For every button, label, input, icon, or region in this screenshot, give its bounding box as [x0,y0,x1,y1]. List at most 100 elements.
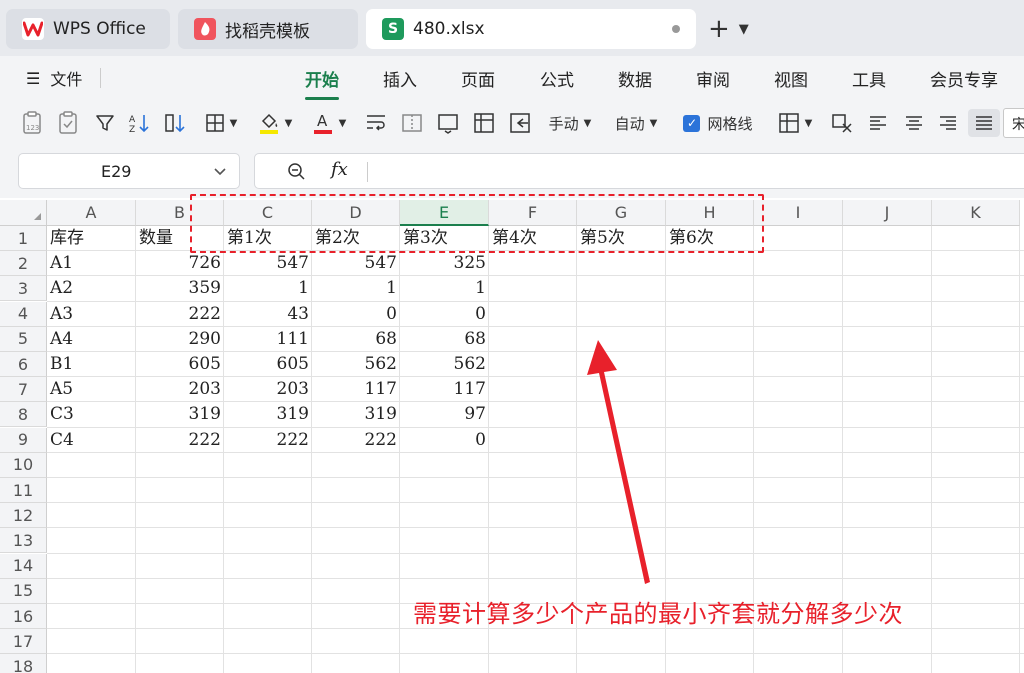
sort-ascending-button[interactable]: AZ [126,109,154,137]
row-header-15[interactable]: 15 [0,578,47,604]
sort-descending-button[interactable] [162,109,190,137]
cell-b4[interactable]: 222 [136,302,224,327]
tab-wps-office[interactable]: WPS Office [6,9,170,49]
zoom-search-icon[interactable] [287,162,307,182]
fill-color-button[interactable]: ▼ [254,109,296,137]
cell-a4[interactable]: A3 [47,302,136,327]
cell-a6[interactable]: B1 [47,352,136,377]
cell-d3[interactable]: 1 [312,276,400,301]
formula-input[interactable]: fx [254,153,1024,189]
clear-format-button[interactable] [828,109,856,137]
row-header-14[interactable]: 14 [0,553,47,579]
cell-e3[interactable]: 1 [400,276,489,301]
chevron-down-icon[interactable]: ▼ [739,22,749,37]
row-header-1[interactable]: 1 [0,226,47,251]
cell-e9[interactable]: 0 [400,428,489,453]
row-header-18[interactable]: 18 [0,654,47,673]
align-justify-button[interactable] [968,109,1000,137]
cell-c7[interactable]: 203 [224,377,312,402]
cell-e6[interactable]: 562 [400,352,489,377]
row-header-10[interactable]: 10 [0,452,47,478]
menu-formula[interactable]: 公式 [540,66,574,91]
font-color-button[interactable]: A ▼ [308,109,350,137]
row-header-17[interactable]: 17 [0,629,47,655]
row-header-4[interactable]: 4 [0,301,47,327]
file-menu[interactable]: ☰ 文件 [26,66,101,90]
row-header-13[interactable]: 13 [0,528,47,554]
menu-page[interactable]: 页面 [461,66,495,91]
cell-a9[interactable]: C4 [47,428,136,453]
menu-home[interactable]: 开始 [305,66,339,100]
paste-values-button[interactable]: 123 [18,109,46,137]
select-all-corner[interactable] [0,200,47,226]
fill-button[interactable] [470,109,498,137]
cell-d8[interactable]: 319 [312,402,400,427]
cell-d6[interactable]: 562 [312,352,400,377]
row-header-8[interactable]: 8 [0,402,47,428]
column-header-k[interactable]: K [932,200,1020,226]
menu-view[interactable]: 视图 [774,66,808,91]
new-tab-button[interactable]: + ▼ [708,14,749,44]
merge-cells-button[interactable] [398,109,426,137]
cell-b9[interactable]: 222 [136,428,224,453]
cell-b2[interactable]: 726 [136,251,224,276]
column-header-i[interactable]: I [754,200,843,226]
borders-button[interactable]: ▼ [200,109,242,137]
cell-e5[interactable]: 68 [400,327,489,352]
paste-format-button[interactable] [54,109,82,137]
row-col-button[interactable] [434,109,462,137]
fx-icon[interactable]: fx [331,159,348,180]
tab-docer-templates[interactable]: 找稻壳模板 [178,9,358,49]
cell-c8[interactable]: 319 [224,402,312,427]
cell-c6[interactable]: 605 [224,352,312,377]
menu-insert[interactable]: 插入 [383,66,417,91]
row-header-11[interactable]: 11 [0,478,47,503]
row-header-5[interactable]: 5 [0,326,47,352]
font-family-select[interactable]: 宋 [1003,108,1024,138]
name-box[interactable]: E29 [18,153,240,189]
wrap-text-button[interactable] [362,109,390,137]
align-right-button[interactable] [934,109,962,137]
row-height-dropdown[interactable]: 手动 ▼ [542,109,598,137]
align-left-button[interactable] [864,109,892,137]
cell-a5[interactable]: A4 [47,327,136,352]
cell-a8[interactable]: C3 [47,402,136,427]
cell-e8[interactable]: 97 [400,402,489,427]
col-width-dropdown[interactable]: 自动 ▼ [608,109,664,137]
cell-c5[interactable]: 111 [224,327,312,352]
column-header-j[interactable]: J [843,200,932,226]
cell-a7[interactable]: A5 [47,377,136,402]
cell-c4[interactable]: 43 [224,302,312,327]
unsaved-dot-icon[interactable] [672,25,680,33]
menu-tools[interactable]: 工具 [852,66,886,91]
cell-d7[interactable]: 117 [312,377,400,402]
row-header-12[interactable]: 12 [0,503,47,529]
row-header-3[interactable]: 3 [0,276,47,302]
filter-button[interactable] [92,109,118,137]
cell-a2[interactable]: A1 [47,251,136,276]
cell-e7[interactable]: 117 [400,377,489,402]
cell-d9[interactable]: 222 [312,428,400,453]
column-header-a[interactable]: A [47,200,136,226]
cell-d5[interactable]: 68 [312,327,400,352]
cell-d4[interactable]: 0 [312,302,400,327]
freeze-button[interactable] [506,109,534,137]
cell-c2[interactable]: 547 [224,251,312,276]
cell-b5[interactable]: 290 [136,327,224,352]
cell-b7[interactable]: 203 [136,377,224,402]
cell-b6[interactable]: 605 [136,352,224,377]
row-header-7[interactable]: 7 [0,377,47,403]
cell-a1[interactable]: 库存 [47,226,136,251]
cell-b8[interactable]: 319 [136,402,224,427]
table-style-button[interactable]: ▼ [774,109,816,137]
menu-review[interactable]: 审阅 [696,66,730,91]
checkbox-checked-icon[interactable]: ✓ [683,114,701,132]
menu-member[interactable]: 会员专享 [930,66,998,91]
gridlines-toggle[interactable]: ✓ 网格线 [678,109,758,137]
row-header-2[interactable]: 2 [0,251,47,277]
cell-b3[interactable]: 359 [136,276,224,301]
cell-e4[interactable]: 0 [400,302,489,327]
cell-a3[interactable]: A2 [47,276,136,301]
align-center-button[interactable] [900,109,928,137]
cell-c9[interactable]: 222 [224,428,312,453]
